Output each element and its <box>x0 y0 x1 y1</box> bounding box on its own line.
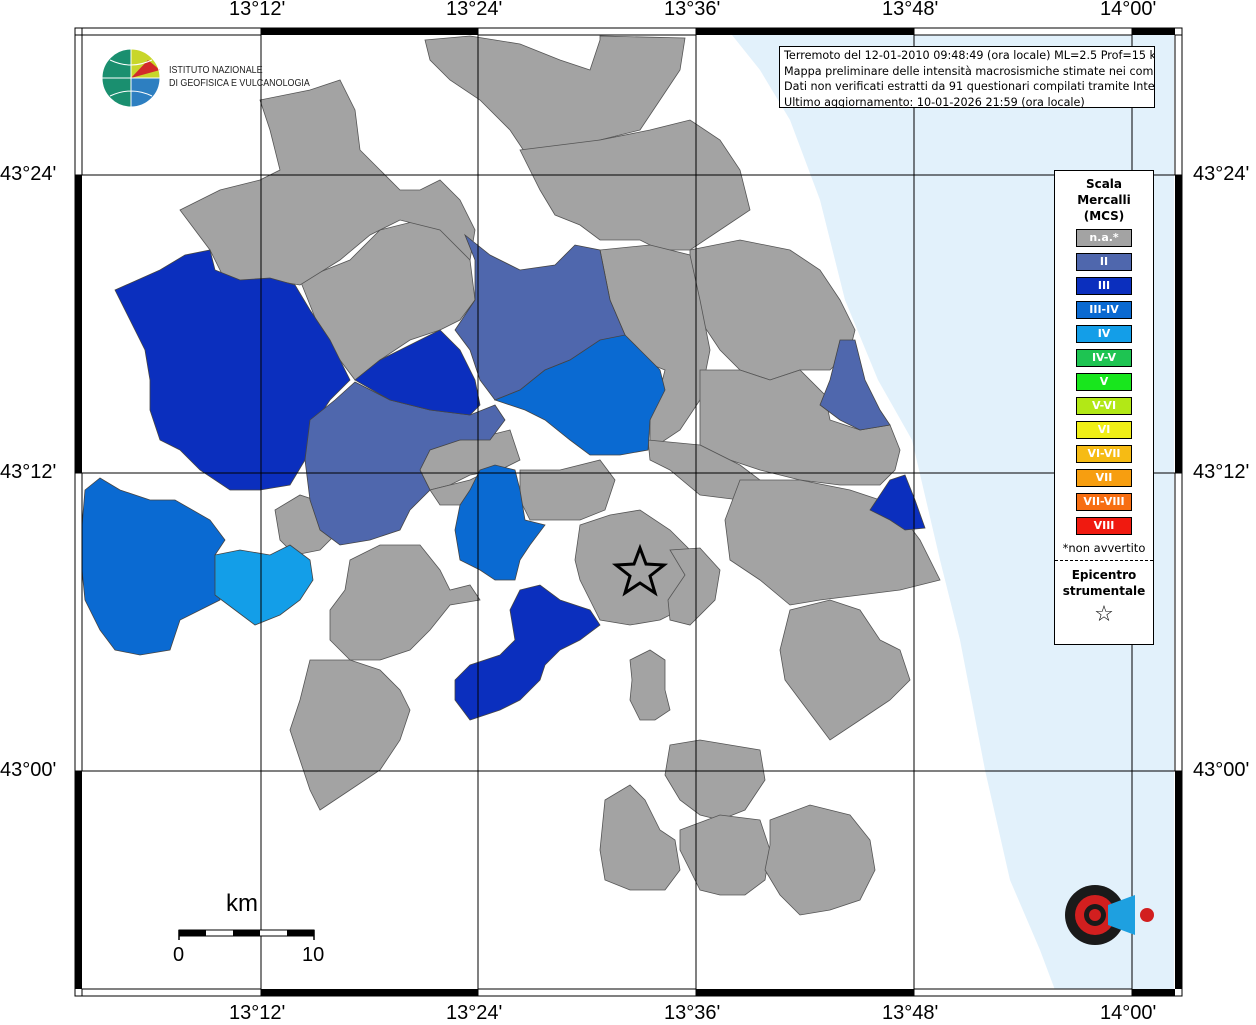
event-info-line: Dati non verificati estratti da 91 quest… <box>784 80 1155 93</box>
legend-divider <box>1055 560 1153 561</box>
ingv-logo <box>101 48 161 108</box>
municipality-na <box>289 659 411 811</box>
legend-swatch: V <box>1076 373 1132 391</box>
lon-label-top: 13°36' <box>664 0 721 20</box>
municipality-na <box>629 649 671 721</box>
municipality-na <box>599 784 681 891</box>
legend-title-line: Scala <box>1085 177 1123 191</box>
epicenter-label-line: Epicentro <box>1071 568 1137 582</box>
municipality-na <box>329 544 481 661</box>
municipality-III <box>454 584 601 721</box>
institute-line-2: DI GEOFISICA E VULCANOLOGIA <box>169 77 310 89</box>
institute-line-1: ISTITUTO NAZIONALE <box>169 64 263 76</box>
legend-items: n.a.* II III III-IV IV IV-V V V-VI VI VI-VII VII VI… <box>1055 229 1153 535</box>
event-info-line: Mappa preliminare delle intensità macros… <box>784 64 1155 78</box>
legend-note: *non avvertito <box>1062 541 1146 555</box>
scale-unit: km <box>226 890 258 917</box>
legend-title: Scala Mercalli (MCS) <box>1055 176 1153 224</box>
epicenter-legend-label: Epicentro strumentale <box>1055 567 1153 599</box>
lon-label-bottom: 13°48' <box>882 1002 939 1024</box>
legend-swatch: n.a.* <box>1076 229 1132 247</box>
municipality-na <box>764 804 876 916</box>
lon-label-top: 13°48' <box>882 0 939 20</box>
epicenter-label-line: strumentale <box>1062 584 1146 598</box>
event-info-line: Terremoto del 12-01-2010 09:48:49 (ora l… <box>784 49 1155 62</box>
lon-label-top: 14°00' <box>1100 0 1157 20</box>
municipality-IV <box>214 544 314 626</box>
lon-label-top: 13°24' <box>446 0 503 20</box>
legend-swatch: VII-VIII <box>1076 493 1132 511</box>
legend-title-line: (MCS) <box>1083 209 1125 223</box>
intensity-legend: Scala Mercalli (MCS) n.a.* II III III-IV IV I… <box>1054 170 1154 645</box>
lat-label-right: 43°24' <box>1193 163 1250 185</box>
municipality-na <box>679 814 771 896</box>
legend-swatch: VIII <box>1076 517 1132 535</box>
lat-label-left: 43°00' <box>0 759 57 781</box>
lon-label-bottom: 13°36' <box>664 1002 721 1024</box>
legend-swatch: VII <box>1076 469 1132 487</box>
event-info-box: Terremoto del 12-01-2010 09:48:49 (ora l… <box>779 46 1155 108</box>
lon-label-bottom: 13°12' <box>229 1002 286 1024</box>
municipality-na <box>689 239 856 381</box>
scale-max: 10 <box>302 944 325 966</box>
lat-label-right: 43°00' <box>1193 759 1250 781</box>
legend-swatch: VI <box>1076 421 1132 439</box>
lat-label-left: 43°24' <box>0 163 57 185</box>
epicenter-star-icon: ☆ <box>1094 602 1114 627</box>
legend-title-line: Mercalli <box>1077 193 1131 207</box>
legend-swatch: III-IV <box>1076 301 1132 319</box>
lon-label-top: 13°12' <box>229 0 286 20</box>
scale-min: 0 <box>173 944 185 966</box>
institute-name: ISTITUTO NAZIONALE DI GEOFISICA E VULCAN… <box>169 64 310 90</box>
legend-swatch: IV <box>1076 325 1132 343</box>
lat-label-left: 43°12' <box>0 461 57 483</box>
lon-label-bottom: 14°00' <box>1100 1002 1157 1024</box>
municipality-na <box>779 599 911 741</box>
legend-swatch: II <box>1076 253 1132 271</box>
legend-swatch: IV-V <box>1076 349 1132 367</box>
legend-swatch: III <box>1076 277 1132 295</box>
scale-bar <box>178 929 315 940</box>
event-info-line: Ultimo aggiornamento: 10-01-2026 21:59 (… <box>784 95 1085 108</box>
lat-label-right: 43°12' <box>1193 461 1250 483</box>
municipality-III-IV <box>79 477 226 656</box>
municipality-na <box>664 739 766 821</box>
legend-swatch: VI-VII <box>1076 445 1132 463</box>
legend-swatch: V-VI <box>1076 397 1132 415</box>
lon-label-bottom: 13°24' <box>446 1002 503 1024</box>
municipality-na <box>519 459 616 521</box>
